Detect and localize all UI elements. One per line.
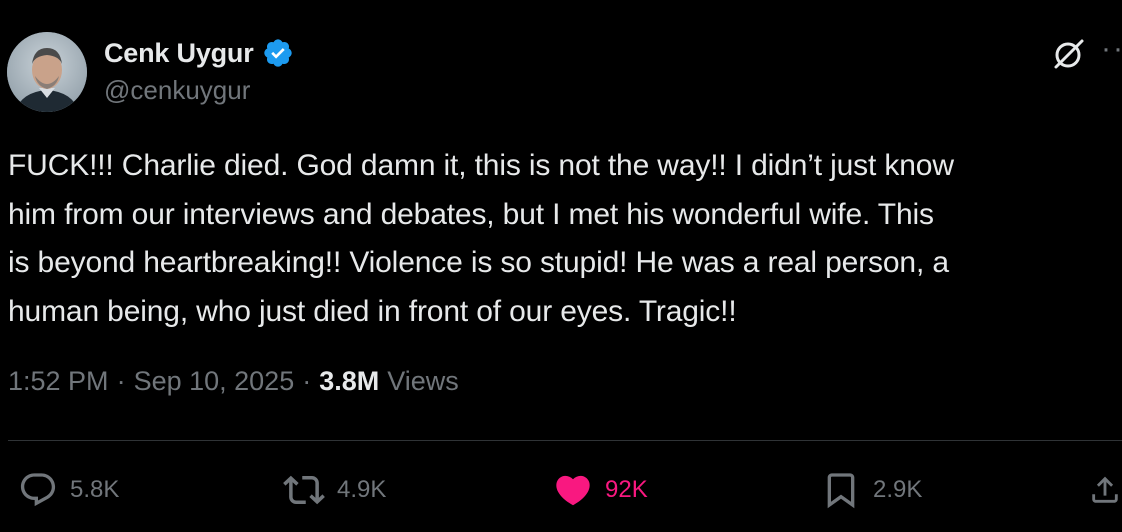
tweet-meta: 1:52 PM · Sep 10, 2025 · 3.8M Views <box>8 366 459 397</box>
views-count[interactable]: 3.8M <box>319 366 379 397</box>
views-label[interactable]: Views <box>387 366 459 397</box>
repost-count: 4.9K <box>337 476 387 503</box>
author-name-row[interactable]: Cenk Uygur <box>104 33 294 73</box>
divider <box>8 440 1122 441</box>
meta-separator: · <box>116 366 126 396</box>
share-button[interactable] <box>1088 470 1122 510</box>
reply-button[interactable]: 5.8K <box>18 470 119 510</box>
bookmark-button[interactable]: 2.9K <box>821 470 922 510</box>
tweet-date[interactable]: Sep 10, 2025 <box>134 366 295 397</box>
display-name[interactable]: Cenk Uygur <box>104 38 254 69</box>
grok-icon <box>1054 39 1084 69</box>
bookmark-icon <box>827 473 855 509</box>
grok-button[interactable] <box>1049 36 1087 74</box>
share-icon <box>1092 476 1118 503</box>
like-button[interactable]: 92K <box>553 470 648 510</box>
repost-button[interactable]: 4.9K <box>283 470 386 510</box>
repost-icon <box>283 475 325 505</box>
author-handle[interactable]: @cenkuygur <box>104 75 250 106</box>
heart-icon <box>556 475 590 506</box>
reply-icon <box>20 473 56 507</box>
tweet-text: FUCK!!! Charlie died. God damn it, this … <box>8 149 954 328</box>
like-count: 92K <box>605 476 648 503</box>
bookmark-count: 2.9K <box>873 476 923 503</box>
meta-separator: · <box>302 366 312 396</box>
verified-badge-icon <box>262 37 294 69</box>
tweet-time[interactable]: 1:52 PM <box>8 366 109 397</box>
more-options-icon: ·· <box>1101 32 1122 65</box>
avatar[interactable] <box>7 32 87 112</box>
more-options-button[interactable]: ·· <box>1101 34 1122 68</box>
reply-count: 5.8K <box>70 476 120 503</box>
